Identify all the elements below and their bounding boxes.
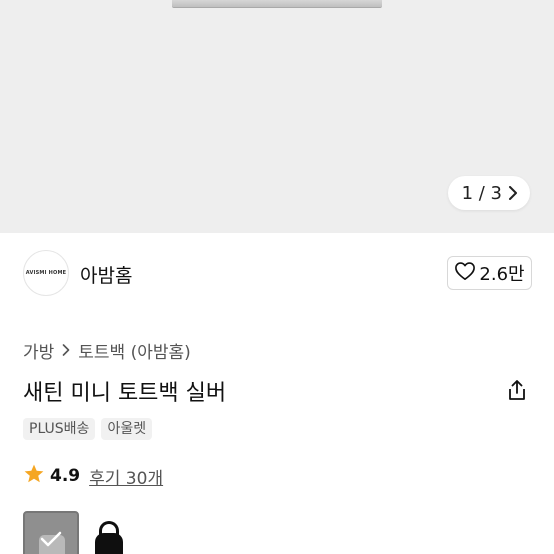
review-count-link[interactable]: 후기 30개	[89, 464, 163, 489]
share-icon	[505, 380, 529, 406]
seller-logo[interactable]: AVISMI HOME	[23, 250, 69, 296]
star-icon	[23, 463, 45, 489]
color-options	[23, 511, 137, 554]
color-option-black[interactable]	[81, 511, 137, 554]
breadcrumb: 가방 토트백 (아밤홈)	[23, 338, 191, 363]
page-counter-text: 1 / 3	[461, 182, 502, 204]
seller-logo-text: AVISMI HOME	[25, 270, 67, 276]
share-button[interactable]	[505, 378, 529, 402]
seller-name[interactable]: 아밤홈	[80, 261, 132, 288]
breadcrumb-subcategory[interactable]: 토트백 (아밤홈)	[78, 338, 191, 363]
product-title: 새틴 미니 토트백 실버	[23, 381, 227, 406]
check-icon	[40, 531, 62, 551]
chevron-right-icon	[508, 186, 518, 200]
heart-icon	[454, 261, 476, 285]
chevron-right-icon	[62, 341, 70, 361]
image-page-counter[interactable]: 1 / 3	[447, 176, 530, 210]
rating-summary: 4.9 후기 30개	[23, 463, 163, 489]
like-count: 2.6만	[479, 264, 525, 285]
color-option-silver[interactable]	[23, 511, 79, 554]
product-image	[172, 0, 382, 8]
like-button[interactable]: 2.6만	[447, 256, 532, 290]
rating-score: 4.9	[50, 466, 81, 486]
product-tags: PLUS배송 아울렛	[23, 418, 153, 440]
tag-plus-delivery: PLUS배송	[23, 418, 96, 440]
product-image-gallery[interactable]: 1 / 3	[0, 0, 554, 233]
tag-outlet: 아울렛	[101, 418, 153, 440]
breadcrumb-category[interactable]: 가방	[23, 338, 54, 363]
bag-thumbnail	[95, 533, 123, 554]
